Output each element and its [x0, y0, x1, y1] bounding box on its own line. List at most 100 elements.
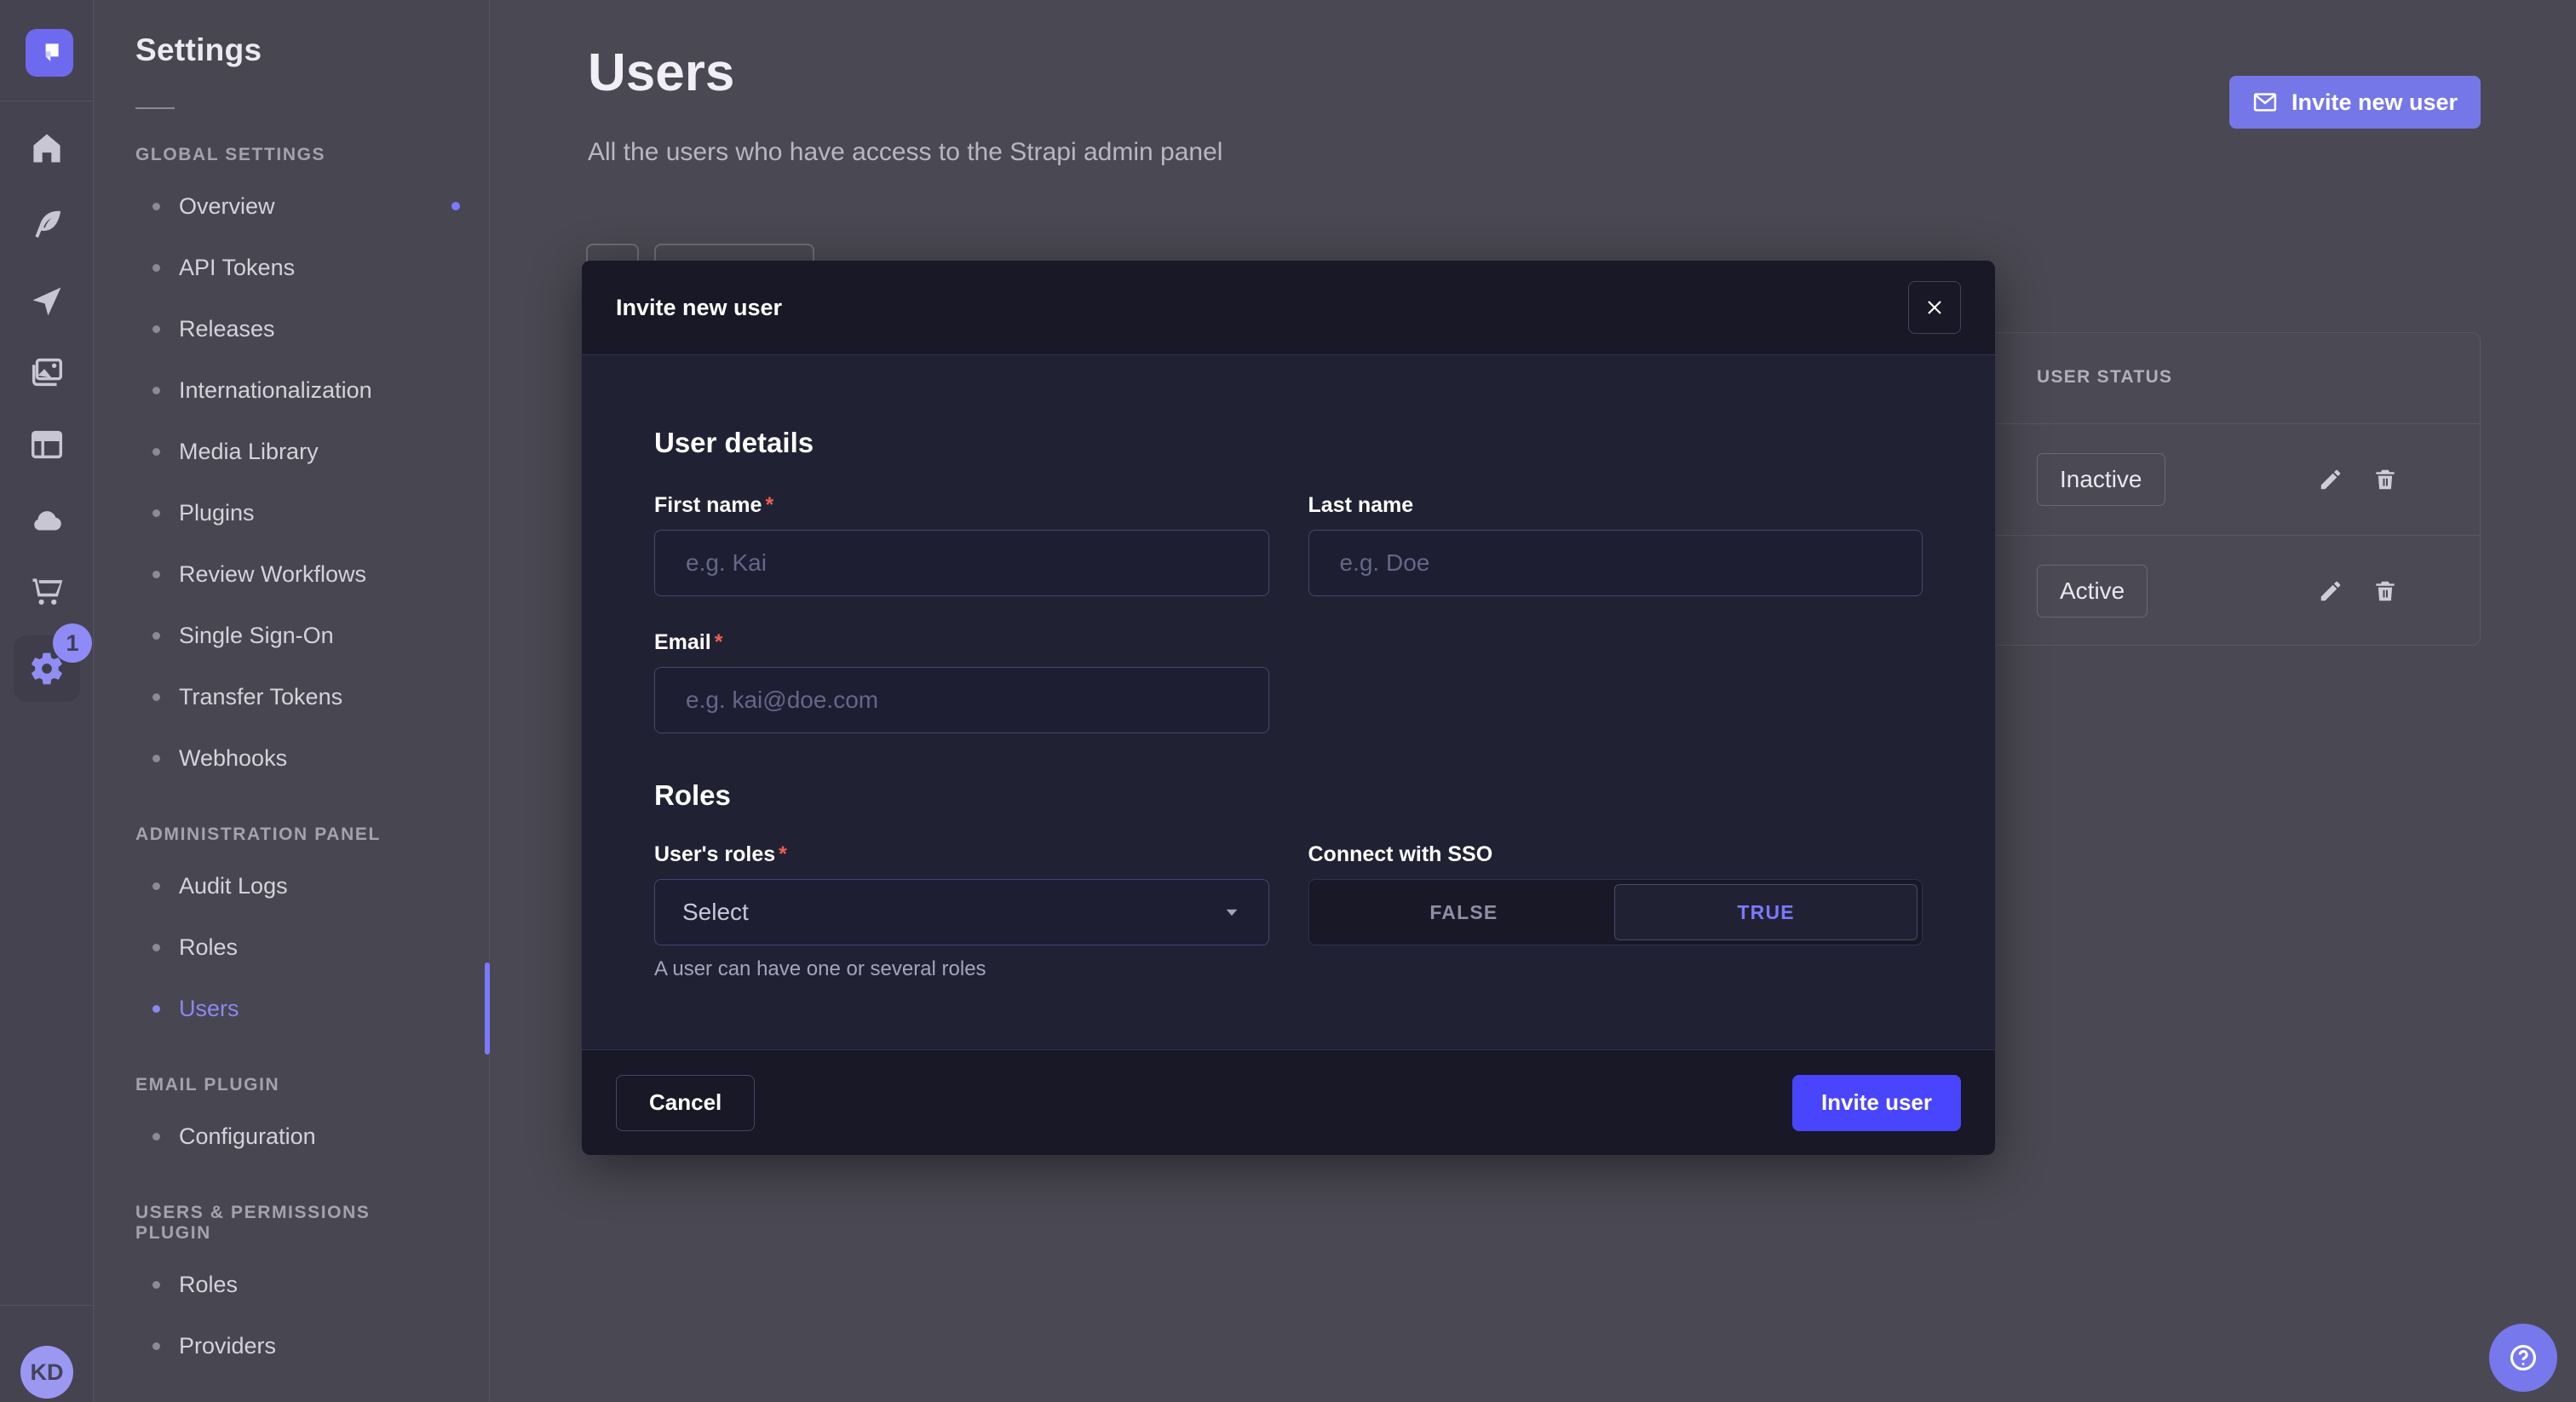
sidebar-item-webhooks[interactable]: Webhooks	[95, 727, 489, 789]
sidebar-item-label: Providers	[179, 1333, 276, 1359]
sidebar-item-label: Webhooks	[179, 745, 287, 772]
bullet-icon	[152, 448, 160, 456]
content-manager-icon[interactable]	[0, 425, 94, 464]
sidebar-section-items: Overview API Tokens Releases Internationali…	[95, 175, 489, 789]
trash-icon	[2372, 467, 2398, 492]
row-actions	[2318, 467, 2398, 492]
strapi-logo-icon	[37, 40, 62, 66]
sidebar-item-label: Releases	[179, 316, 275, 342]
sidebar-item-label: Review Workflows	[179, 561, 366, 588]
sidebar-sections: GLOBAL SETTINGS Overview API Tokens Release…	[95, 145, 489, 1376]
marketplace-cart-icon[interactable]	[0, 572, 94, 610]
bullet-icon	[152, 944, 160, 951]
chevron-down-icon	[1222, 903, 1241, 922]
pencil-icon	[2318, 578, 2343, 604]
bullet-icon	[152, 1133, 160, 1141]
rail-divider	[0, 1305, 93, 1306]
roles-select[interactable]: Select	[654, 879, 1269, 945]
sidebar-item-providers[interactable]: Providers	[95, 1315, 489, 1376]
sidebar-item-transfer-tokens[interactable]: Transfer Tokens	[95, 666, 489, 727]
cloud-icon[interactable]	[0, 500, 94, 539]
invite-user-submit-button[interactable]: Invite user	[1792, 1075, 1961, 1131]
edit-button[interactable]	[2318, 467, 2343, 492]
settings-sidebar: Settings GLOBAL SETTINGSOverviewAPI Toke…	[95, 0, 490, 1402]
sidebar-item-label: Plugins	[179, 500, 255, 526]
modal-title: Invite new user	[616, 295, 782, 321]
sidebar-item-label: Single Sign-On	[179, 623, 334, 649]
required-mark: *	[779, 842, 787, 866]
sso-toggle-true[interactable]: TRUE	[1614, 884, 1918, 940]
bullet-icon	[152, 387, 160, 394]
sidebar-item-api-tokens[interactable]: API Tokens	[95, 237, 489, 298]
help-button[interactable]	[2489, 1324, 2557, 1392]
home-icon[interactable]	[0, 129, 94, 167]
sidebar-item-label: Roles	[179, 1272, 238, 1298]
bullet-icon	[152, 693, 160, 701]
sidebar-item-label: Users	[179, 996, 239, 1022]
modal-header: Invite new user	[582, 261, 1995, 355]
sidebar-section-label: ADMINISTRATION PANEL	[135, 825, 448, 845]
status-badge: Inactive	[2037, 453, 2165, 506]
sidebar-item-single-sign-on[interactable]: Single Sign-On	[95, 605, 489, 666]
sidebar-item-audit-logs[interactable]: Audit Logs	[95, 855, 489, 916]
sidebar-item-plugins[interactable]: Plugins	[95, 482, 489, 543]
email-input[interactable]	[654, 667, 1269, 733]
page-title: Users	[588, 43, 734, 103]
last-name-field: Last name	[1308, 493, 1923, 596]
email-field: Email*	[654, 630, 1269, 733]
close-icon	[1924, 297, 1945, 318]
users-roles-field: User's roles* Select A user can have one…	[654, 842, 1269, 981]
bullet-icon	[152, 264, 160, 272]
cancel-button[interactable]: Cancel	[616, 1075, 755, 1131]
edit-button[interactable]	[2318, 578, 2343, 604]
sso-toggle-false[interactable]: FALSE	[1314, 884, 1615, 940]
bullet-icon	[152, 509, 160, 517]
sidebar-item-roles[interactable]: Roles	[95, 916, 489, 978]
sidebar-item-configuration[interactable]: Configuration	[95, 1106, 489, 1167]
modal-footer: Cancel Invite user	[582, 1049, 1995, 1155]
sidebar-section-items: Configuration	[95, 1106, 489, 1167]
first-name-input[interactable]	[654, 530, 1269, 596]
bullet-icon	[152, 882, 160, 890]
sidebar-section-label: USERS & PERMISSIONS PLUGIN	[135, 1203, 448, 1244]
delete-button[interactable]	[2372, 578, 2398, 604]
bullet-icon	[152, 325, 160, 333]
invite-new-user-button[interactable]: Invite new user	[2229, 76, 2481, 129]
question-icon	[2507, 1342, 2539, 1374]
roles-select-value: Select	[682, 899, 749, 926]
strapi-admin-users-page: { "colors": { "accent": "#4945FF", "acce…	[0, 0, 2576, 1402]
sidebar-section-items: Audit Logs Roles Users	[95, 855, 489, 1039]
trash-icon	[2372, 578, 2398, 604]
first-name-label: First name*	[654, 493, 1269, 518]
deploy-icon[interactable]	[0, 283, 94, 320]
close-button[interactable]	[1908, 281, 1961, 334]
strapi-logo[interactable]	[26, 29, 73, 77]
sidebar-item-label: Internationalization	[179, 377, 372, 404]
sidebar-item-roles[interactable]: Roles	[95, 1254, 489, 1315]
sidebar-item-label: API Tokens	[179, 255, 295, 281]
sidebar-item-media-library[interactable]: Media Library	[95, 421, 489, 482]
bullet-icon	[152, 755, 160, 762]
user-status-header: USER STATUS	[2037, 367, 2172, 388]
sidebar-item-label: Audit Logs	[179, 873, 288, 899]
media-library-icon[interactable]	[0, 353, 94, 392]
user-avatar[interactable]: KD	[20, 1346, 73, 1399]
main-nav-rail: 1 KD	[0, 0, 94, 1402]
sidebar-item-label: Configuration	[179, 1123, 316, 1150]
content-type-builder-icon[interactable]	[0, 206, 94, 244]
first-name-field: First name*	[654, 493, 1269, 596]
sidebar-item-overview[interactable]: Overview	[95, 175, 489, 237]
sidebar-item-releases[interactable]: Releases	[95, 298, 489, 359]
bullet-icon	[152, 1005, 160, 1013]
sidebar-item-users[interactable]: Users	[95, 978, 489, 1039]
last-name-input[interactable]	[1308, 530, 1923, 596]
sidebar-item-review-workflows[interactable]: Review Workflows	[95, 543, 489, 605]
sidebar-item-internationalization[interactable]: Internationalization	[95, 359, 489, 421]
envelope-icon	[2252, 89, 2278, 115]
bullet-icon	[152, 203, 160, 210]
page-subtitle: All the users who have access to the Str…	[588, 138, 1222, 167]
delete-button[interactable]	[2372, 467, 2398, 492]
sidebar-section-label: GLOBAL SETTINGS	[135, 145, 448, 165]
email-label: Email*	[654, 630, 1269, 655]
bullet-icon	[152, 632, 160, 640]
